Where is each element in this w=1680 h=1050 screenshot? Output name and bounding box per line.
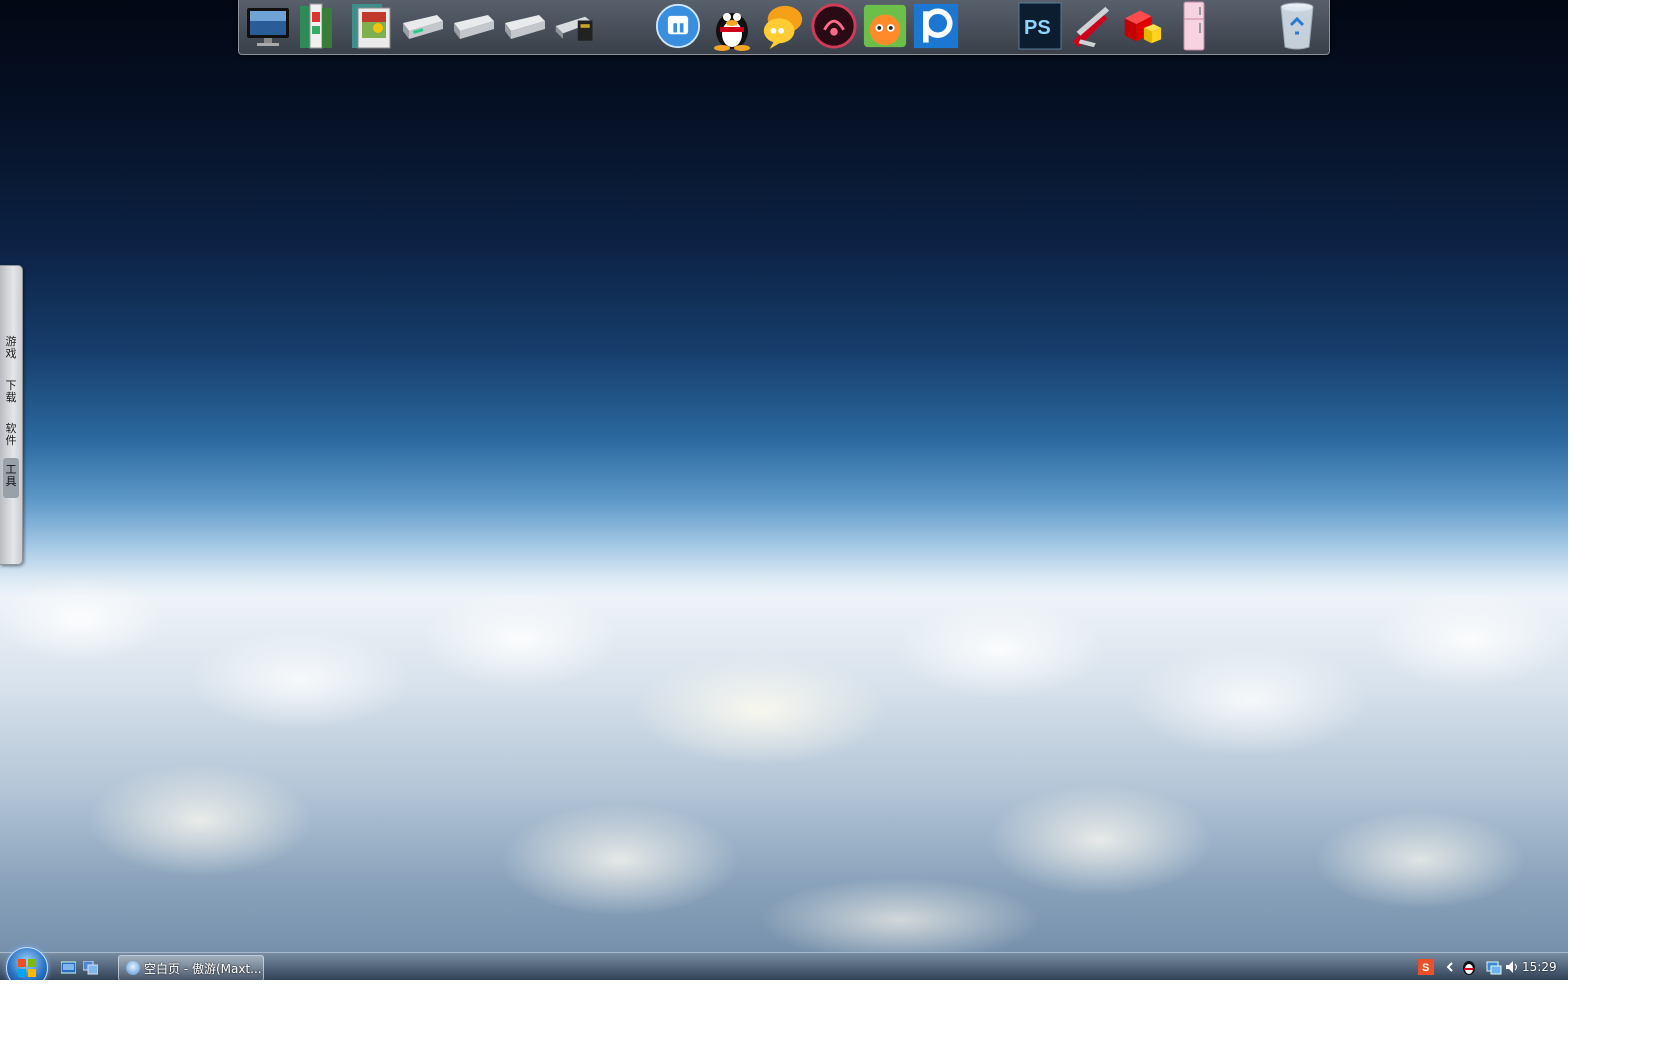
swiss-knife-icon[interactable] bbox=[1067, 2, 1113, 50]
pps-player-icon[interactable] bbox=[862, 2, 908, 50]
chat-bubble-icon[interactable] bbox=[760, 2, 806, 50]
windows-logo-icon bbox=[18, 959, 36, 977]
taskbar-window-label: 空白页 - 傲游(Maxt... bbox=[144, 961, 262, 976]
sogou-input-icon[interactable]: S bbox=[1418, 959, 1434, 975]
recycle-bin-icon[interactable] bbox=[1274, 2, 1320, 50]
taskbar-clock[interactable]: 15:29 bbox=[1522, 960, 1557, 974]
side-tab-games[interactable]: 游戏 bbox=[3, 336, 19, 360]
photo-gallery-icon[interactable] bbox=[349, 2, 395, 50]
qq-penguin-icon[interactable] bbox=[709, 2, 755, 51]
computer-monitor-icon[interactable] bbox=[245, 2, 291, 50]
pptv-player-icon[interactable] bbox=[913, 2, 959, 50]
maxthon-browser-icon[interactable] bbox=[655, 2, 701, 50]
top-dock: PS bbox=[238, 0, 1330, 55]
show-hidden-icons-chevron-icon[interactable] bbox=[1445, 959, 1455, 975]
svg-text:S: S bbox=[1422, 962, 1429, 974]
side-tab-software[interactable]: 软件 bbox=[3, 423, 19, 447]
show-desktop-icon[interactable] bbox=[60, 960, 77, 974]
taskbar-window-maxthon[interactable]: 空白页 - 傲游(Maxt... bbox=[118, 955, 264, 980]
drive-d-icon[interactable] bbox=[450, 2, 496, 50]
side-tab-tools[interactable]: 工具 bbox=[3, 458, 19, 498]
taskbar: 空白页 - 傲游(Maxt... S 15:29 bbox=[0, 947, 1568, 980]
side-tab-downloads[interactable]: 下载 bbox=[3, 380, 19, 404]
start-button[interactable] bbox=[6, 947, 48, 980]
photoshop-icon-label: PS bbox=[1024, 17, 1051, 39]
volume-icon[interactable] bbox=[1504, 959, 1520, 975]
cloud-wallpaper bbox=[0, 560, 1568, 952]
switch-windows-icon[interactable] bbox=[82, 960, 99, 975]
music-player-icon[interactable] bbox=[811, 2, 857, 50]
desktop: PS 游戏 下载 软件 工具 空白页 - 傲游(Maxt... S 15:29 bbox=[0, 0, 1568, 980]
fridge-icon[interactable] bbox=[1171, 1, 1217, 51]
drive-c-icon[interactable] bbox=[399, 2, 445, 50]
network-icon[interactable] bbox=[1486, 959, 1502, 975]
usb-drive-icon[interactable] bbox=[552, 2, 598, 50]
library-books-icon[interactable] bbox=[293, 2, 339, 50]
qq-tray-icon[interactable] bbox=[1461, 959, 1477, 975]
security-cubes-icon[interactable] bbox=[1119, 2, 1165, 50]
side-launcher-panel: 游戏 下载 软件 工具 bbox=[0, 265, 23, 565]
maxthon-small-icon bbox=[126, 961, 140, 975]
drive-e-icon[interactable] bbox=[501, 2, 547, 50]
photoshop-icon[interactable]: PS bbox=[1017, 2, 1063, 50]
